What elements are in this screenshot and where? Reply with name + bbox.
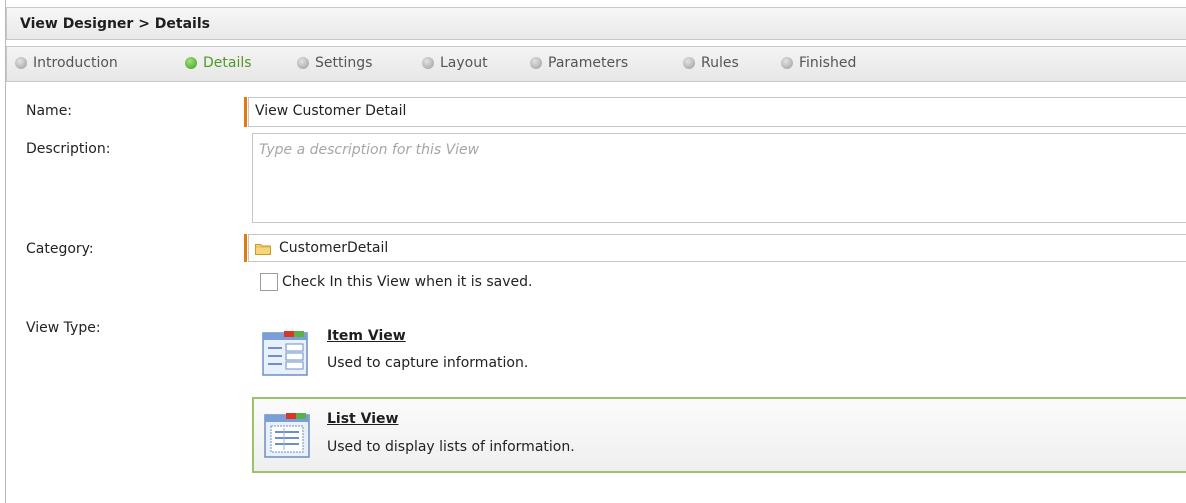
category-picker[interactable]: CustomerDetail	[248, 234, 1186, 262]
description-textarea[interactable]: Type a description for this View	[252, 133, 1186, 223]
step-label: Rules	[701, 55, 739, 71]
name-label: Name:	[26, 103, 73, 119]
item-view-description: Used to capture information.	[327, 355, 529, 371]
checkin-label: Check In this View when it is saved.	[282, 274, 533, 290]
description-placeholder: Type a description for this View	[259, 142, 480, 158]
name-input[interactable]: View Customer Detail	[248, 97, 1186, 127]
step-status-icon	[530, 57, 542, 69]
folder-icon	[255, 242, 271, 255]
view-type-label: View Type:	[26, 320, 101, 336]
checkin-option[interactable]: Check In this View when it is saved.	[260, 273, 532, 291]
step-details[interactable]: Details	[185, 55, 252, 71]
step-status-icon	[683, 57, 695, 69]
step-label: Settings	[315, 55, 373, 71]
step-label: Finished	[799, 55, 857, 71]
step-status-icon	[297, 57, 309, 69]
step-status-icon	[422, 57, 434, 69]
step-parameters[interactable]: Parameters	[530, 55, 628, 71]
step-settings[interactable]: Settings	[297, 55, 372, 71]
category-value: CustomerDetail	[279, 240, 389, 256]
list-view-title[interactable]: List View	[327, 411, 398, 427]
page-title: View Designer > Details	[20, 16, 210, 32]
list-view-description: Used to display lists of information.	[327, 439, 575, 455]
step-label: Introduction	[33, 55, 118, 71]
step-introduction[interactable]: Introduction	[15, 55, 118, 71]
view-type-list-view[interactable]: List View Used to display lists of infor…	[252, 397, 1186, 473]
step-label: Layout	[440, 55, 488, 71]
checkin-checkbox[interactable]	[260, 273, 278, 291]
item-view-title[interactable]: Item View	[327, 328, 406, 344]
required-indicator	[244, 97, 247, 127]
step-layout[interactable]: Layout	[422, 55, 488, 71]
step-rules[interactable]: Rules	[683, 55, 739, 71]
step-status-icon	[185, 57, 197, 69]
list-view-icon	[264, 410, 312, 464]
step-status-icon	[15, 57, 27, 69]
step-status-icon	[781, 57, 793, 69]
step-label: Details	[203, 55, 252, 71]
view-type-item-view[interactable]: Item View Used to capture information.	[252, 318, 1186, 394]
wizard-steps: Introduction Details Settings Layout Par…	[6, 46, 1186, 82]
item-view-icon	[262, 328, 310, 382]
category-label: Category:	[26, 241, 94, 257]
title-bar: View Designer > Details	[6, 7, 1186, 40]
required-indicator	[244, 234, 247, 262]
step-finished[interactable]: Finished	[781, 55, 856, 71]
step-label: Parameters	[548, 55, 629, 71]
description-label: Description:	[26, 141, 111, 157]
